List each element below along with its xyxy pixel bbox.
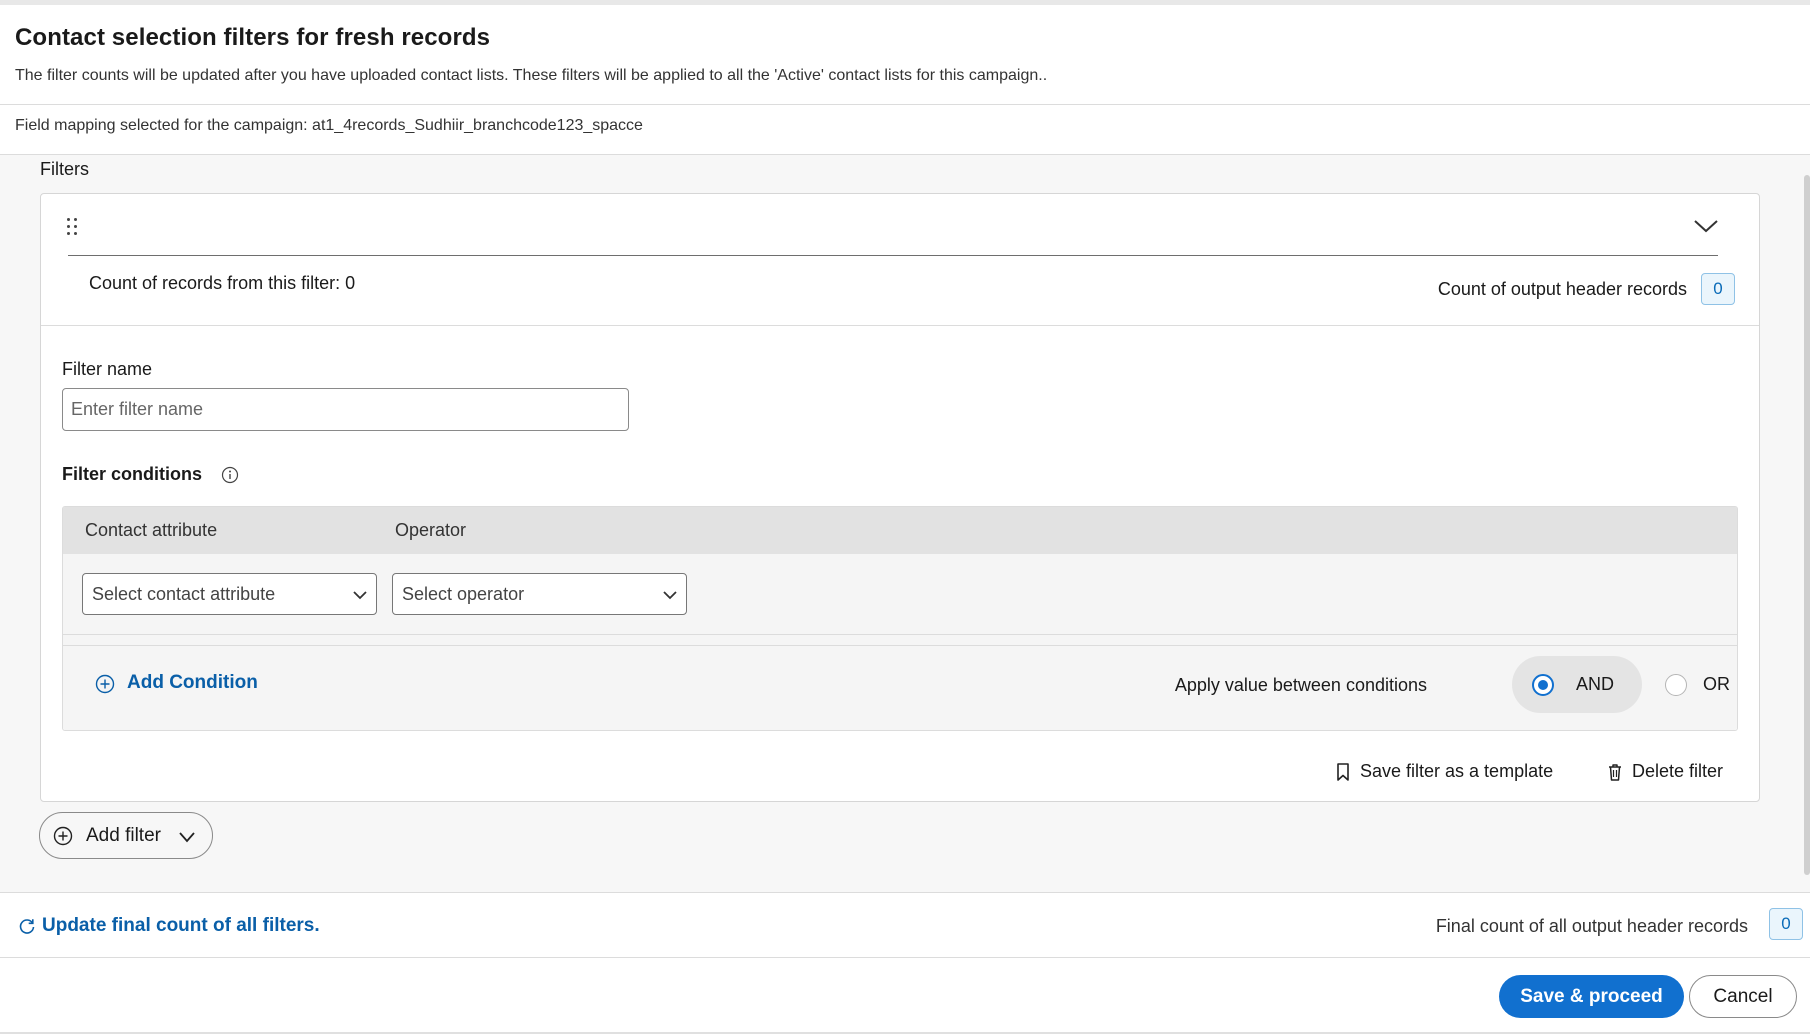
update-final-count-label: Update final count of all filters. [42, 915, 320, 936]
card-separator [41, 325, 1759, 326]
field-mapping-bar: Field mapping selected for the campaign:… [0, 105, 1810, 155]
chevron-down-icon [352, 588, 368, 600]
save-proceed-button[interactable]: Save & proceed [1499, 975, 1684, 1018]
conditions-footer: Add Condition Apply value between condit… [63, 645, 1737, 730]
add-filter-label: Add filter [86, 825, 161, 846]
operator-select[interactable]: Select operator [392, 573, 687, 615]
conditions-table: Contact attribute Operator Select contac… [62, 506, 1738, 731]
filter-card: Count of records from this filter: 0 Cou… [40, 193, 1760, 802]
vertical-scrollbar[interactable] [1804, 175, 1810, 875]
output-header-count-badge: 0 [1701, 273, 1735, 305]
logic-or-radio[interactable]: OR [1665, 656, 1737, 713]
cancel-button[interactable]: Cancel [1689, 975, 1797, 1018]
chevron-down-icon[interactable] [1691, 214, 1721, 238]
filters-scroll-area: Filters Count of records from this filte… [0, 155, 1810, 892]
info-icon[interactable] [221, 466, 239, 484]
final-count-badge: 0 [1769, 908, 1803, 940]
bookmark-icon [1334, 762, 1352, 782]
page-subtitle: The filter counts will be updated after … [15, 67, 1048, 84]
row-divider [63, 634, 1737, 635]
add-condition-label: Add Condition [127, 672, 258, 693]
filter-name-input[interactable] [62, 388, 629, 431]
logic-or-label: OR [1703, 674, 1730, 694]
contact-attribute-select[interactable]: Select contact attribute [82, 573, 377, 615]
column-operator: Operator [395, 520, 467, 540]
page-title: Contact selection filters for fresh reco… [15, 24, 491, 51]
filter-name-label: Filter name [62, 359, 153, 379]
refresh-icon [18, 917, 36, 935]
add-circle-icon [95, 674, 115, 694]
logic-and-label: AND [1576, 674, 1615, 694]
add-filter-button[interactable]: Add filter [39, 812, 213, 859]
card-divider [68, 255, 1718, 256]
final-count-label: Final count of all output header records [1435, 916, 1748, 936]
trash-icon [1606, 762, 1624, 782]
filter-record-count: Count of records from this filter: 0 [89, 273, 356, 293]
drag-handle-icon[interactable] [65, 216, 79, 238]
page-header: Contact selection filters for fresh reco… [0, 5, 1810, 105]
radio-selected-icon [1532, 674, 1554, 696]
footer-actions: Save & proceed Cancel [0, 958, 1810, 1034]
chevron-down-icon [662, 588, 678, 600]
field-mapping-text: Field mapping selected for the campaign:… [15, 117, 643, 134]
chevron-down-icon [178, 830, 196, 843]
logic-and-radio[interactable]: AND [1512, 656, 1642, 713]
filters-heading: Filters [40, 159, 89, 179]
save-template-label: Save filter as a template [1360, 761, 1554, 781]
add-circle-icon [53, 826, 73, 846]
radio-unselected-icon [1665, 674, 1687, 696]
conditions-header: Contact attribute Operator [63, 507, 1737, 554]
column-contact-attribute: Contact attribute [85, 520, 218, 540]
output-header-count-label: Count of output header records [1437, 279, 1687, 299]
final-count-bar: Update final count of all filters. Final… [0, 892, 1810, 958]
contact-attribute-select-text: Select contact attribute [92, 584, 276, 604]
delete-filter-label: Delete filter [1632, 761, 1724, 781]
operator-select-text: Select operator [402, 584, 525, 604]
filter-conditions-label: Filter conditions [62, 464, 203, 484]
apply-between-label: Apply value between conditions [1174, 675, 1427, 695]
